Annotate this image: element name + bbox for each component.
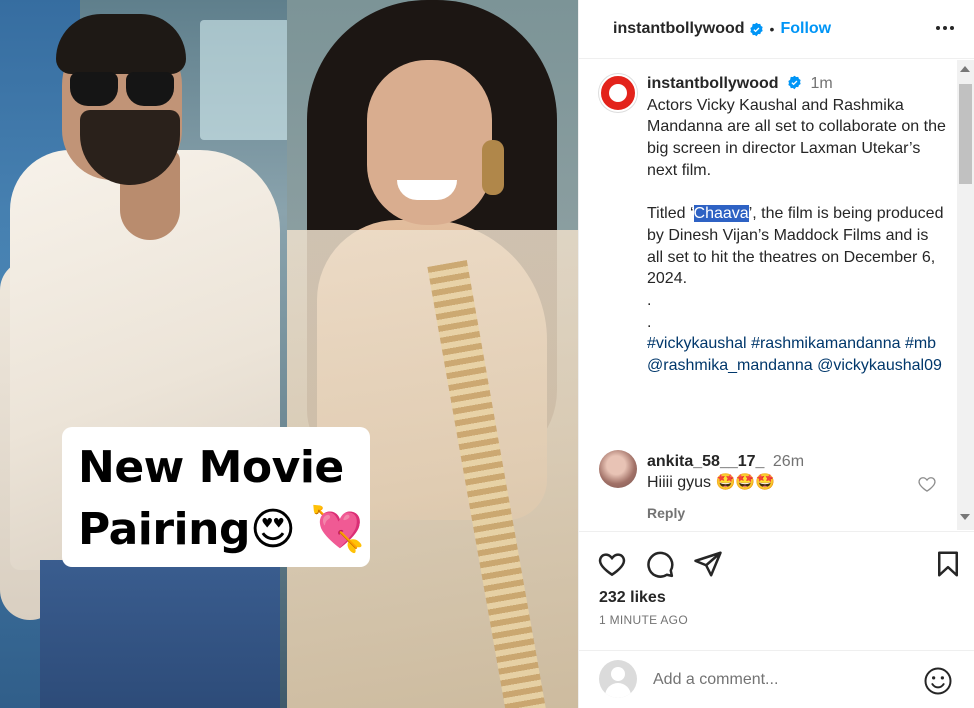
hashtag-link[interactable]: #vickykaushal: [647, 335, 747, 352]
photo-face: [367, 60, 492, 225]
caption-username[interactable]: instantbollywood: [647, 75, 779, 92]
reply-button[interactable]: Reply: [647, 505, 685, 521]
comment-item: ankita_58__17_ 26m Hiiii gyus 🤩🤩🤩: [647, 451, 927, 493]
media-caption-line-2: Pairing😍 💘: [78, 504, 365, 555]
photo-background-sign: [200, 20, 287, 140]
caption-tags: #vickykaushal #rashmikamandanna #mb @ras…: [647, 333, 947, 376]
photo-hair: [56, 14, 186, 74]
comment-text: Hiiii gyus 🤩🤩🤩: [647, 474, 776, 491]
media-caption-card: New Movie Pairing😍 💘: [62, 427, 370, 567]
sunglasses: [70, 72, 180, 110]
more-options-icon[interactable]: [933, 16, 957, 40]
caption-paragraph-1: Actors Vicky Kaushal and Rashmika Mandan…: [647, 96, 946, 179]
scrollbar-thumb[interactable]: [959, 84, 972, 184]
comment-username[interactable]: ankita_58__17_: [647, 453, 764, 470]
comments-pane[interactable]: instantbollywood 1m Actors Vicky Kaushal…: [579, 60, 974, 530]
share-paper-plane-icon[interactable]: [693, 549, 723, 579]
verified-badge-icon: [749, 22, 763, 36]
hashtag-link[interactable]: #mb: [905, 335, 936, 352]
add-comment-bar: [579, 650, 974, 708]
media-caption-line-1: New Movie: [78, 442, 344, 493]
post-timestamp[interactable]: 1 MINUTE AGO: [599, 613, 688, 627]
current-user-avatar: [599, 660, 637, 698]
like-comment-heart-icon[interactable]: [917, 474, 937, 494]
post-caption: instantbollywood 1m Actors Vicky Kaushal…: [647, 73, 947, 377]
photo-pants: [40, 560, 280, 708]
selected-text: Chaava: [693, 205, 749, 223]
post-actions: 232 likes 1 MINUTE AGO: [579, 531, 974, 651]
mention-link[interactable]: @rashmika_mandanna: [647, 357, 813, 374]
comment-time[interactable]: 26m: [773, 453, 804, 470]
commenter-avatar[interactable]: [599, 450, 637, 488]
photo-right: [287, 0, 578, 708]
post-sidebar: instantbollywood • Follow instantbollywo…: [578, 0, 974, 708]
caption-dot: .: [647, 313, 652, 331]
separator-dot: •: [769, 21, 775, 37]
comment-bubble-icon[interactable]: [645, 549, 675, 579]
post-header: instantbollywood • Follow: [579, 0, 974, 59]
likes-count[interactable]: 232 likes: [599, 589, 666, 607]
caption-paragraph-2: Titled ‘Chaava’, the film is being produ…: [647, 205, 944, 288]
caption-time[interactable]: 1m: [810, 75, 832, 92]
photo-left: [0, 0, 287, 708]
scroll-down-arrow-icon[interactable]: [960, 514, 970, 520]
header-username[interactable]: instantbollywood: [613, 20, 745, 38]
post-media[interactable]: New Movie Pairing😍 💘: [0, 0, 578, 708]
like-heart-icon[interactable]: [597, 549, 627, 579]
author-avatar[interactable]: [599, 74, 637, 112]
earring: [482, 140, 504, 195]
caption-dot: .: [647, 292, 652, 310]
mention-link[interactable]: @vickykaushal09: [817, 357, 942, 374]
save-bookmark-icon[interactable]: [933, 549, 963, 579]
comment-input[interactable]: [653, 667, 913, 693]
follow-button[interactable]: Follow: [780, 20, 831, 38]
hashtag-link[interactable]: #rashmikamandanna: [751, 335, 900, 352]
emoji-smiley-icon[interactable]: [923, 666, 953, 696]
verified-badge-icon: [788, 75, 801, 90]
scroll-up-arrow-icon[interactable]: [960, 66, 970, 72]
